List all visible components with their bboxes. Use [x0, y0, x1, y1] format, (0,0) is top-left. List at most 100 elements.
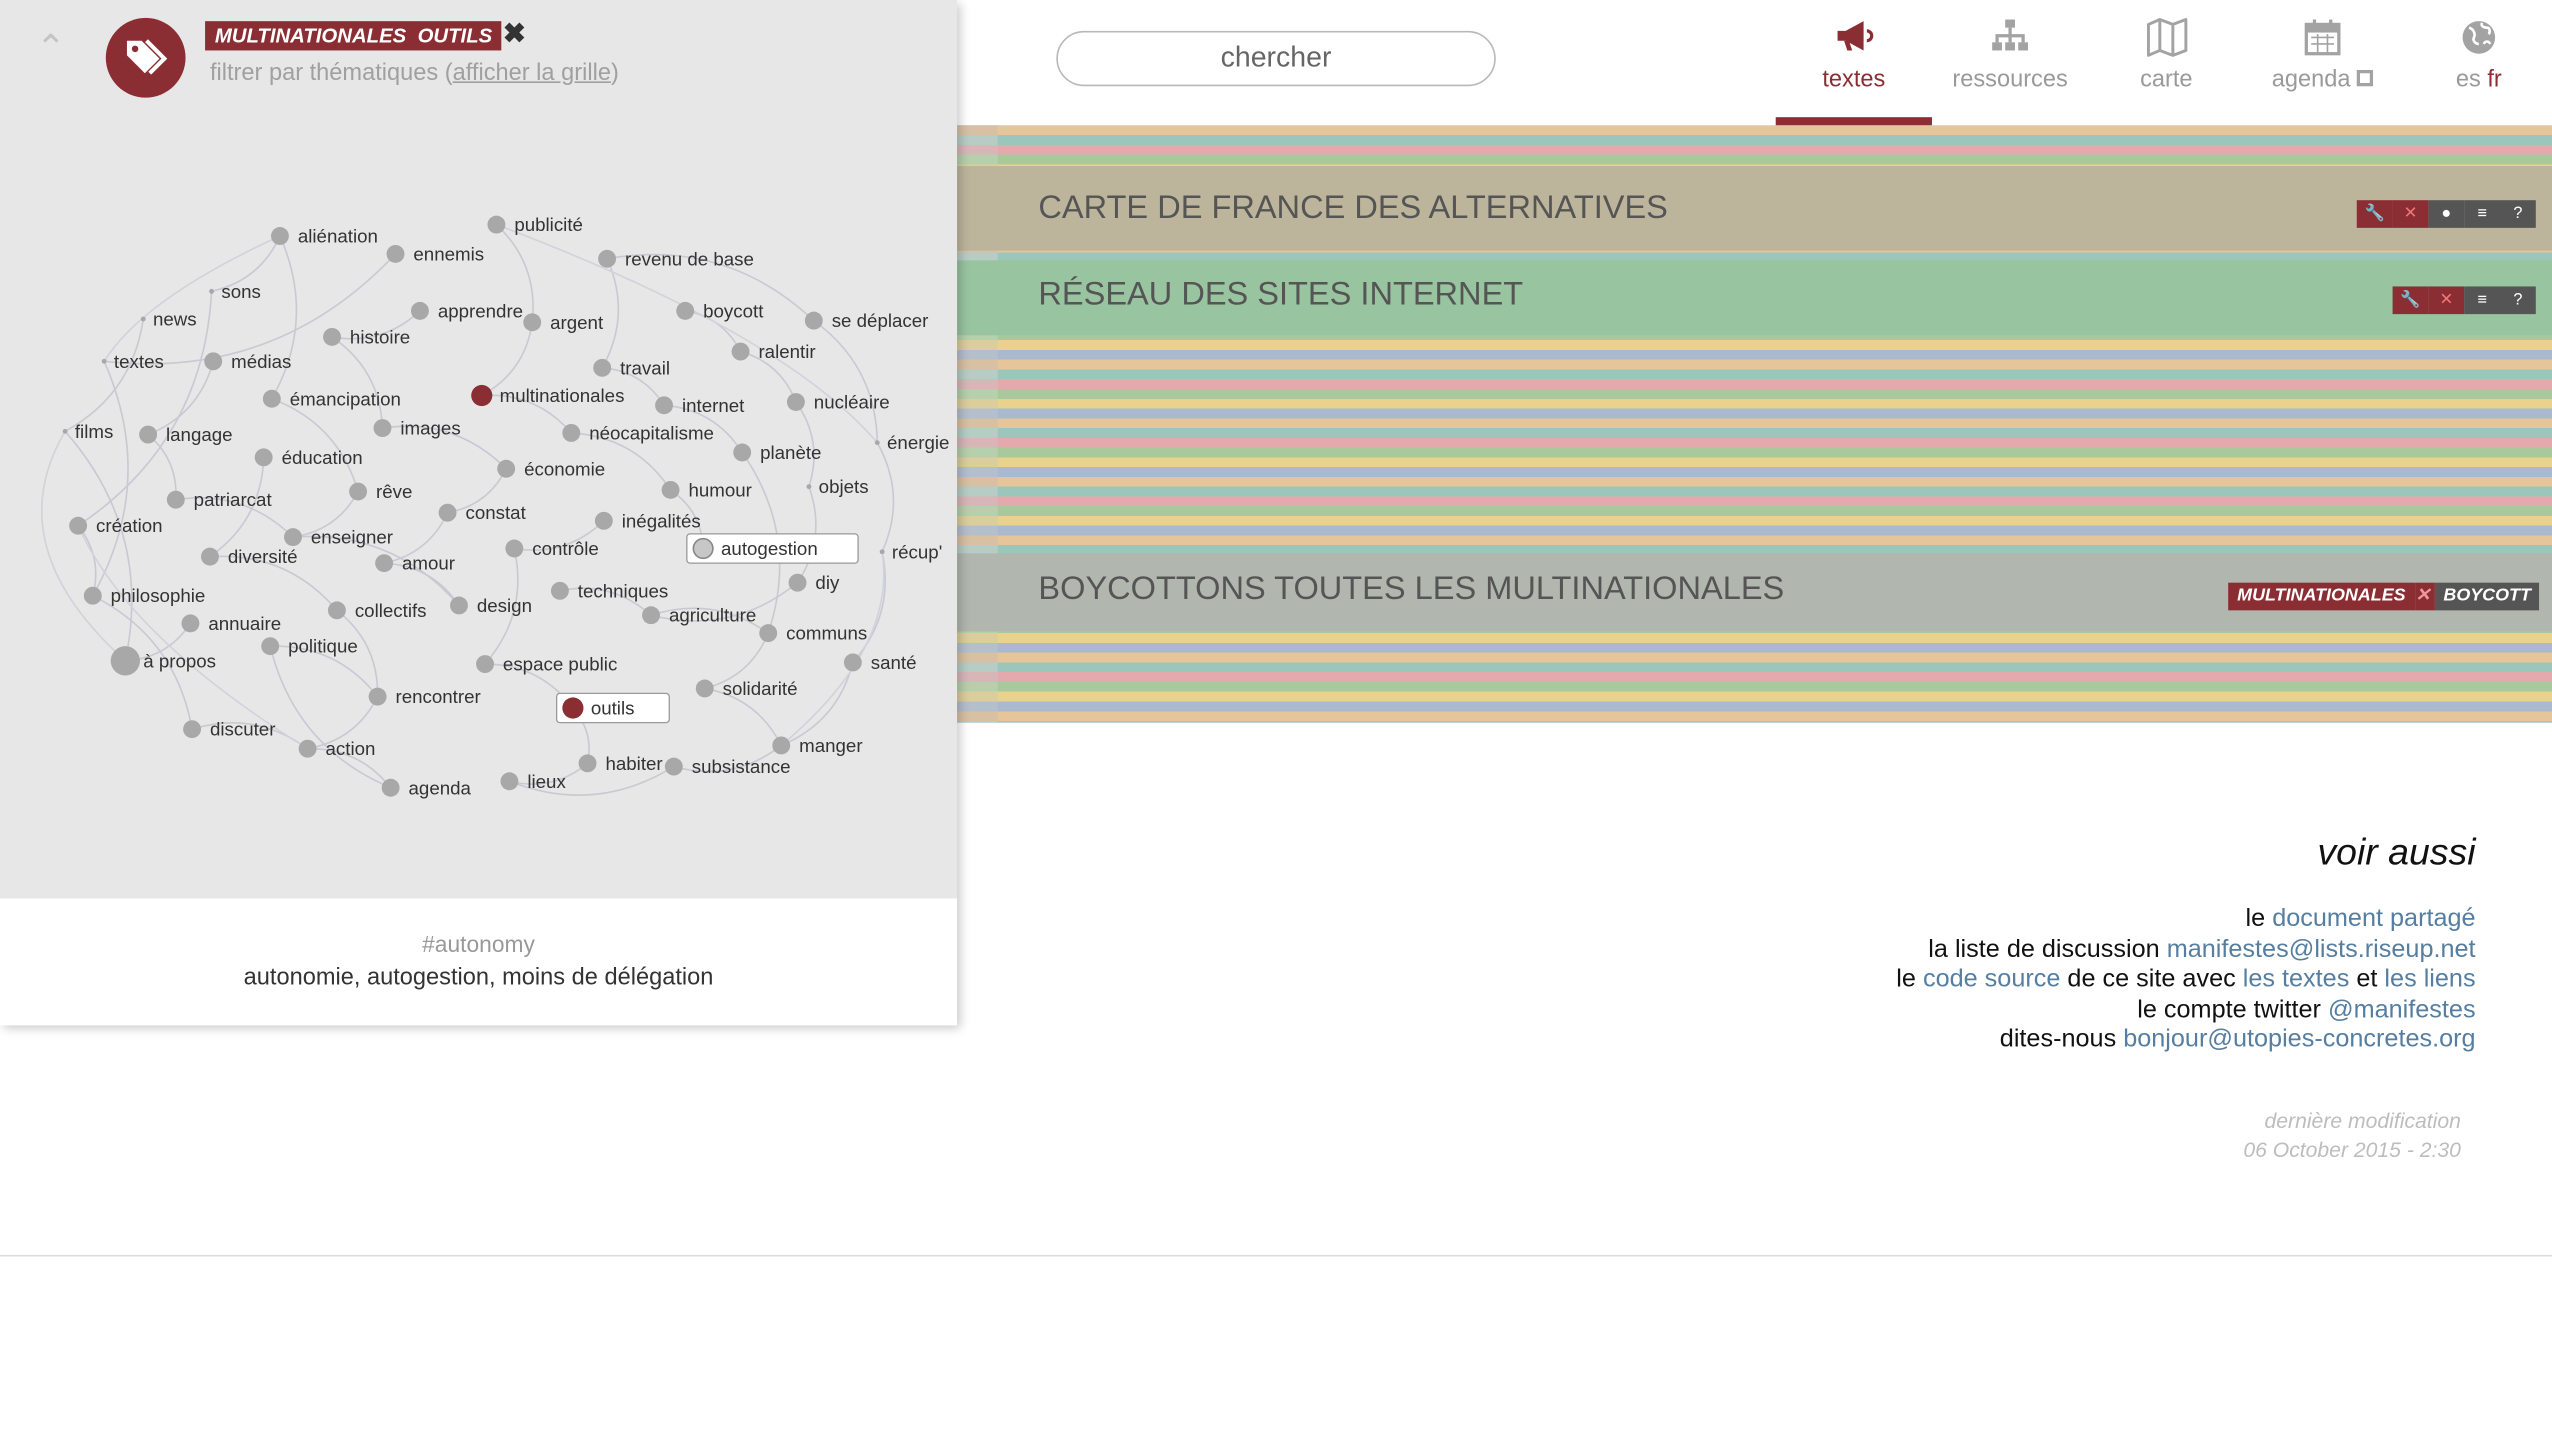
tag-node[interactable]: inégalités	[594, 510, 701, 531]
tag-node-label[interactable]: rencontrer	[396, 686, 481, 707]
tag-node[interactable]: patriarcat	[166, 489, 273, 510]
tag-node[interactable]: ralentir	[731, 341, 816, 362]
tag-node[interactable]: communs	[759, 623, 867, 644]
close-icon[interactable]: ✕	[2415, 582, 2436, 611]
item-title[interactable]: BOYCOTTONS TOUTES LES MULTINATIONALES	[1038, 571, 1784, 608]
tag-node[interactable]: internet	[655, 395, 745, 416]
tag-node-label[interactable]: lieux	[527, 771, 566, 792]
wrench-icon[interactable]: 🔧	[2392, 286, 2429, 315]
tag-node[interactable]: revenu de base	[598, 248, 754, 269]
tag-node-dot[interactable]	[497, 459, 516, 478]
tag-node-label[interactable]: espace public	[503, 654, 617, 675]
tag-node-dot[interactable]	[788, 573, 807, 592]
tag-node-dot[interactable]	[323, 327, 341, 346]
tag-node-label[interactable]: solidarité	[723, 678, 798, 699]
tag-node-label[interactable]: inégalités	[622, 510, 701, 531]
tag-node-label[interactable]: se déplacer	[832, 310, 929, 331]
tag-node-label[interactable]: amour	[402, 553, 455, 574]
tag-node-dot[interactable]	[181, 614, 200, 633]
tag-node-label[interactable]: histoire	[350, 326, 410, 347]
tag-node-label[interactable]: humour	[688, 479, 751, 500]
tag-node-dot[interactable]	[284, 528, 302, 547]
item-title[interactable]: CARTE DE FRANCE DES ALTERNATIVES	[1038, 190, 1667, 227]
tag-node-label[interactable]: discuter	[210, 719, 276, 740]
tag-node[interactable]: publicité	[487, 214, 583, 235]
tag-node[interactable]: subsistance	[664, 756, 791, 777]
tag-node-label[interactable]: annuaire	[208, 613, 281, 634]
tag-node-dot[interactable]	[523, 313, 542, 332]
tag-node-dot[interactable]	[101, 358, 107, 364]
tag-node-dot[interactable]	[450, 596, 468, 615]
tag-node[interactable]: santé	[843, 652, 917, 673]
tag-node-label[interactable]: techniques	[578, 580, 668, 601]
tag-node-dot[interactable]	[642, 606, 660, 625]
tag-node[interactable]: histoire	[323, 326, 410, 347]
tag-node-label[interactable]: multinationales	[500, 385, 625, 406]
tag-node[interactable]: aliénation	[270, 226, 378, 247]
tag-node[interactable]: techniques	[550, 580, 668, 601]
tag-node-label[interactable]: néocapitalisme	[589, 422, 714, 443]
tag-node-dot[interactable]	[438, 503, 457, 522]
tag-node-dot[interactable]	[593, 358, 612, 377]
tag-node-label[interactable]: économie	[524, 458, 605, 479]
tag-node[interactable]: design	[450, 595, 532, 616]
tag-node-label[interactable]: revenu de base	[625, 248, 754, 269]
list-item[interactable]: BOYCOTTONS TOUTES LES MULTINATIONALES MU…	[957, 553, 2552, 632]
tag-node[interactable]: récup'	[879, 541, 943, 562]
search-input[interactable]: chercher	[1056, 30, 1496, 87]
tag-node-label[interactable]: ralentir	[758, 341, 815, 362]
tag-node-dot[interactable]	[772, 736, 791, 755]
list-item[interactable]: RÉSEAU DES SITES INTERNET 🔧 ✕ ≡?	[957, 260, 2552, 336]
tag-node-label[interactable]: outils	[591, 698, 635, 719]
tag-node-dot[interactable]	[879, 549, 885, 555]
tag-node[interactable]: manger	[772, 735, 863, 756]
close-icon[interactable]: ✕	[2428, 286, 2465, 315]
tag-node-label[interactable]: enseigner	[311, 527, 393, 548]
contact-email-link[interactable]: bonjour@utopies-concretes.org	[2123, 1026, 2475, 1054]
tag-node-dot[interactable]	[368, 687, 387, 706]
tag-node-dot[interactable]	[110, 646, 140, 676]
tag-node-dot[interactable]	[594, 511, 613, 530]
tag-node-dot[interactable]	[759, 624, 778, 643]
tag-node-dot[interactable]	[676, 301, 695, 320]
tag-node-dot[interactable]	[655, 396, 674, 415]
tag-node-dot[interactable]	[598, 249, 617, 268]
tag-node[interactable]: éducation	[254, 447, 363, 468]
tag-node-dot[interactable]	[201, 547, 219, 566]
tag-node-dot[interactable]	[500, 772, 519, 791]
tag-node[interactable]: outils	[555, 692, 670, 724]
tag-node-label[interactable]: émancipation	[290, 388, 401, 409]
tag-node-dot[interactable]	[562, 423, 581, 442]
tag-node[interactable]: agenda	[381, 777, 472, 798]
tag-node-label[interactable]: sons	[221, 281, 261, 302]
tag-node[interactable]: films	[62, 421, 114, 442]
tag-node-dot[interactable]	[695, 679, 714, 698]
question-icon[interactable]: ?	[2499, 200, 2536, 228]
database-icon[interactable]: ≡	[2464, 200, 2500, 228]
tag-node[interactable]: contrôle	[505, 538, 599, 559]
tag-node[interactable]: enseigner	[284, 527, 393, 548]
close-icon[interactable]: ✕	[2392, 200, 2429, 228]
tag-node[interactable]: humour	[661, 479, 752, 500]
item-tag[interactable]: BOYCOTT	[2435, 582, 2540, 611]
tag-node[interactable]: économie	[497, 458, 605, 479]
tag-node-label[interactable]: philosophie	[111, 585, 206, 606]
tag-node[interactable]: politique	[261, 636, 358, 657]
tag-node[interactable]: ennemis	[386, 243, 485, 264]
shared-document-link[interactable]: document partagé	[2272, 905, 2475, 933]
tag-node[interactable]: solidarité	[695, 678, 798, 699]
tag-node-label[interactable]: argent	[550, 312, 604, 333]
tag-node-label[interactable]: rêve	[376, 481, 412, 502]
tag-node-dot[interactable]	[661, 480, 680, 499]
tag-node[interactable]: rencontrer	[368, 686, 481, 707]
tag-node[interactable]: sons	[209, 281, 261, 302]
tag-node-label[interactable]: boycott	[703, 300, 764, 321]
tag-node-dot[interactable]	[270, 227, 289, 245]
tag-node-label[interactable]: textes	[114, 351, 164, 372]
tag-node-label[interactable]: santé	[871, 652, 917, 673]
tag-node[interactable]: néocapitalisme	[562, 422, 714, 443]
tag-node-label[interactable]: habiter	[605, 753, 662, 774]
item-title[interactable]: RÉSEAU DES SITES INTERNET	[1038, 277, 1523, 314]
tag-node-dot[interactable]	[410, 301, 429, 320]
tag-node-label[interactable]: diy	[815, 572, 840, 593]
